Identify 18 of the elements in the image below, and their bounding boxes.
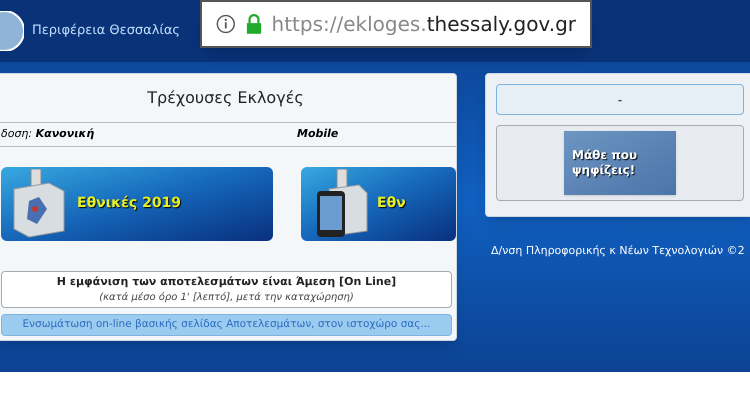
notice-heading: Η εμφάνιση των αποτελεσμάτων είναι Άμεση [On Line]	[56, 274, 396, 290]
banner-label: Εθνικές 2019	[77, 194, 182, 213]
dash-button[interactable]: -	[496, 84, 744, 115]
info-icon	[216, 13, 236, 35]
url-text: https://ekloges.thessaly.gov.gr	[272, 11, 576, 38]
election-banner[interactable]: Εθν	[301, 166, 456, 240]
site-title: Περιφέρεια Θεσσαλίας	[32, 22, 180, 40]
lock-icon	[246, 13, 262, 35]
column-label: Mobile	[297, 126, 338, 142]
notice-note: (κατά μέσο όρο 1' [λεπτό], μετά την καταχώρηση)	[99, 291, 354, 305]
banner-label: Εθν	[377, 194, 406, 213]
election-banner[interactable]: Εθνικές 2019	[1, 166, 273, 240]
emblem-icon	[0, 11, 24, 51]
panel-title: Τρέχουσες Εκλογές	[0, 74, 456, 123]
find-polling-station-banner[interactable]: Μάθε που ψηφίζεις!	[564, 131, 676, 195]
embed-link[interactable]: Ενσωμάτωση on-line βασικής σελίδας Αποτελεσμάτων, στον ιστοχώρο σας...	[1, 314, 452, 336]
version-label: δοση: Κανονική	[1, 126, 96, 142]
footer-text: Δ/νση Πληροφορικής κ Νέων Τεχνολογιών ©2	[491, 243, 746, 259]
